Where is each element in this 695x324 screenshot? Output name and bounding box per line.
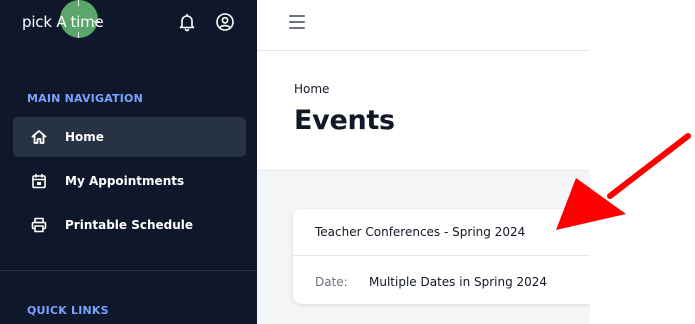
sidebar: pick A time MAIN NAVIGATION Home My Appo… xyxy=(0,0,257,324)
top-bar xyxy=(257,0,590,51)
logo-tick xyxy=(94,21,100,22)
home-icon xyxy=(31,130,47,144)
hamburger-menu-icon[interactable] xyxy=(289,15,305,29)
sidebar-item-printable-schedule[interactable]: Printable Schedule xyxy=(13,205,246,245)
event-date-value: Multiple Dates in Spring 2024 xyxy=(369,275,548,289)
breadcrumb[interactable]: Home xyxy=(294,82,329,96)
user-circle-icon[interactable] xyxy=(215,12,235,32)
sidebar-item-label: Home xyxy=(65,130,104,144)
sidebar-item-label: My Appointments xyxy=(65,174,185,188)
event-title[interactable]: Teacher Conferences - Spring 2024 xyxy=(315,225,525,239)
event-date-label: Date: xyxy=(315,275,348,289)
printer-icon xyxy=(31,217,47,233)
bell-icon[interactable] xyxy=(177,12,197,32)
blank-right-area xyxy=(590,0,695,324)
app-logo[interactable]: pick A time xyxy=(22,0,104,38)
sidebar-item-label: Printable Schedule xyxy=(65,218,194,232)
sidebar-item-my-appointments[interactable]: My Appointments xyxy=(13,161,246,201)
page-title: Events xyxy=(294,105,395,136)
logo-text-part1: pick A xyxy=(22,13,67,31)
sidebar-item-home[interactable]: Home xyxy=(13,117,246,157)
main-navigation-heading: MAIN NAVIGATION xyxy=(27,92,144,105)
calendar-icon xyxy=(32,173,46,189)
sidebar-divider xyxy=(0,270,257,271)
quick-links-heading: QUICK LINKS xyxy=(27,304,109,317)
event-card[interactable]: Teacher Conferences - Spring 2024 Date: … xyxy=(293,209,590,304)
card-divider xyxy=(293,255,590,256)
logo-text-part2: time xyxy=(70,13,104,31)
